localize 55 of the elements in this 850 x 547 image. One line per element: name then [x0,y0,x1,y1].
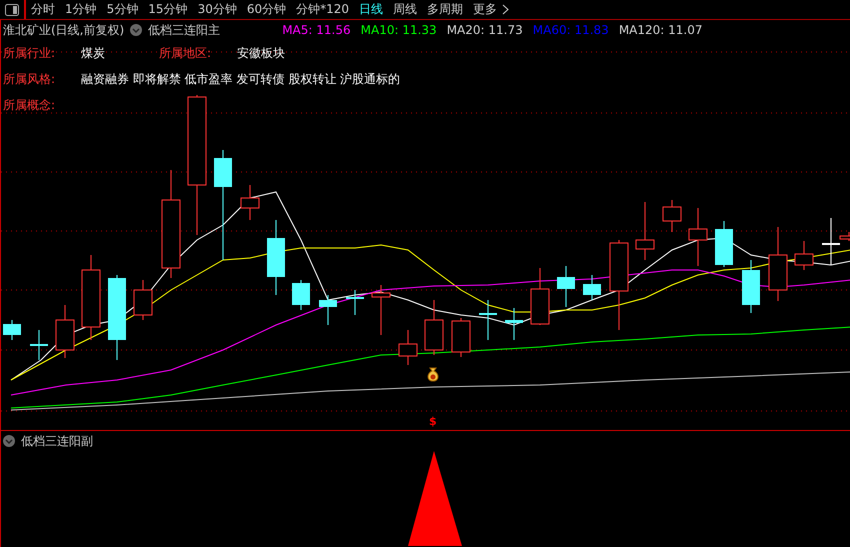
candlestick [479,300,497,340]
candlestick [346,290,364,316]
moving-average-reading: MA5: 11.56 [282,23,351,37]
candlestick [583,274,601,300]
period-tab[interactable]: 周线 [388,1,422,18]
period-tab[interactable]: 15分钟 [143,1,193,18]
dropdown-icon[interactable] [130,24,142,36]
candlestick [292,280,310,310]
moving-average-reading: MA20: 11.73 [446,23,523,37]
candlestick [3,320,21,340]
info-label: 所属地区: [159,44,212,62]
candlestick [715,220,733,268]
candlestick [557,266,575,308]
candlestick [452,318,470,358]
candlestick [134,280,152,320]
moving-average-reading: MA120: 11.07 [618,23,703,37]
period-tab[interactable]: 分钟*120 [291,1,354,18]
candlestick [30,330,48,360]
period-tab[interactable]: 更多 [468,1,502,18]
candlestick [742,260,760,314]
stock-title: 淮北矿业(日线,前复权) [3,22,124,38]
candlestick [240,184,260,220]
money-bag-icon [426,367,440,382]
candlestick [688,208,708,266]
candlestick [372,284,390,336]
moving-average-reading: MA10: 11.33 [360,23,437,37]
chevron-right-icon[interactable] [502,4,510,15]
indicator-name: 低档三连阳主 [148,22,220,38]
panel-icon [5,4,19,16]
info-label: 所属概念: [3,96,56,114]
period-tab[interactable]: 5分钟 [102,1,144,18]
moving-average-reading: MA60: 11.83 [532,23,609,37]
info-value: 融资融券 即将解禁 低市盈率 发可转债 股权转让 沪股通标的 [81,70,400,88]
candlestick [56,304,74,358]
candlestick [636,202,654,260]
info-value: 安徽板块 [237,44,286,62]
dropdown-icon[interactable] [3,435,15,447]
candlestick [662,200,682,232]
candlestick [424,300,444,356]
candlestick [505,308,523,340]
period-tab[interactable]: 30分钟 [192,1,242,18]
candlestick [530,268,550,326]
candlestick [398,330,418,366]
period-tab[interactable]: 60分钟 [242,1,292,18]
candlestick [794,240,814,270]
buy-signal-mark: $ [429,415,437,428]
info-label: 所属风格: [3,70,56,88]
sub-indicator-name: 低档三连阳副 [21,432,93,450]
period-tab[interactable]: 分时 [26,1,60,18]
period-tab[interactable]: 1分钟 [60,1,102,18]
info-label: 所属行业: [3,44,56,62]
period-tab[interactable]: 多周期 [422,1,468,18]
period-tab[interactable]: 日线 [354,1,388,18]
candlestick [319,294,337,326]
info-value: 煤炭 [81,44,106,62]
